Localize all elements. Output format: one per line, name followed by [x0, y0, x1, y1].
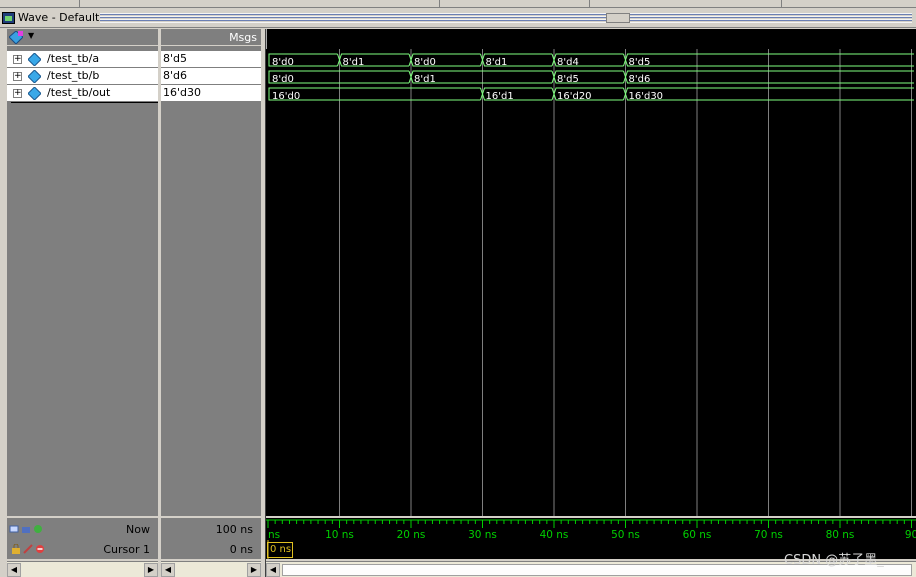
waveform-pane[interactable]: 8'd0 8'd1 8'd0 8'd1 8'd4 8'd5 8'd0 8'd1 8'd5 8'd6…: [266, 29, 916, 516]
signal-value-pane[interactable]: Msgs 8'd5 8'd6 16'd30: [161, 29, 261, 516]
signal-row[interactable]: + /test_tb/out: [7, 85, 158, 102]
add-cursor-icon[interactable]: [33, 524, 43, 534]
ruler-tick-label: ns: [268, 529, 280, 541]
bus-value-label: 16'd30: [629, 91, 664, 102]
cursor-value: 0 ns: [229, 543, 253, 556]
lock-cursor-icon[interactable]: [11, 544, 21, 554]
bus-value-label: 8'd4: [557, 57, 579, 68]
title-bar[interactable]: Wave - Default: [0, 8, 916, 28]
value-row[interactable]: 8'd5: [161, 51, 261, 68]
ruler-tick-label: 30 ns: [468, 529, 497, 541]
wave-tool-icon[interactable]: [9, 31, 23, 44]
wave-window: Wave - Default ▼ + /test_tb/a + /test_tb…: [0, 0, 916, 577]
signal-value: 8'd5: [163, 52, 188, 65]
bus-edge-top: [625, 87, 914, 95]
signal-name-pane[interactable]: ▼ + /test_tb/a + /test_tb/b + /test_tb/o…: [7, 29, 158, 516]
expand-icon[interactable]: +: [13, 89, 22, 98]
wave-window-icon: [2, 12, 15, 24]
cursor-label: Cursor 1: [103, 543, 150, 556]
bus-value-label: 8'd0: [414, 57, 436, 68]
signal-diamond-icon: [28, 70, 41, 83]
bus-value-label: 8'd6: [629, 74, 651, 85]
watermark: CSDN @苏子墨_: [784, 553, 884, 568]
time-lock-icon[interactable]: [21, 524, 31, 534]
scroll-left-icon[interactable]: ◀: [161, 563, 175, 577]
window-title: Wave - Default: [18, 11, 100, 24]
bus-value-label: 8'd1: [343, 57, 365, 68]
ruler-tick-label: 40 ns: [540, 529, 569, 541]
ruler-tick-label: 20 ns: [397, 529, 426, 541]
bus-value-label: 16'd0: [272, 91, 300, 102]
signal-name: /test_tb/out: [47, 86, 111, 99]
bus-value-label: 8'd1: [486, 57, 508, 68]
left-trim: [0, 29, 7, 559]
title-drag-grip[interactable]: [100, 13, 912, 23]
insertion-marker: [11, 102, 158, 103]
bus-value-label: 8'd1: [414, 74, 436, 85]
name-pane-header: ▼: [7, 29, 158, 46]
ruler-tick-label: 50 ns: [611, 529, 640, 541]
ruler-tick-label: 60 ns: [683, 529, 712, 541]
value-pane-header: Msgs: [161, 29, 261, 46]
value-row[interactable]: 16'd30: [161, 85, 261, 102]
ruler-tick-label: 10 ns: [325, 529, 354, 541]
title-grip-handle[interactable]: [606, 13, 630, 23]
signal-diamond-icon: [28, 87, 41, 100]
bus-value-label: 8'd0: [272, 57, 294, 68]
bus-edge-bottom: [625, 76, 914, 84]
bus-edge-bottom: [625, 93, 914, 101]
bus-value-label: 16'd20: [557, 91, 592, 102]
bus-edge-bottom: [268, 94, 481, 101]
tool-dropdown-icon[interactable]: ▼: [28, 31, 34, 40]
ruler-tick-label: 90: [905, 529, 916, 541]
signal-diamond-icon: [28, 53, 41, 66]
time-summary-names: Now Cursor 1: [7, 518, 158, 559]
expand-icon[interactable]: +: [13, 55, 22, 64]
ruler-tick-label: 70 ns: [754, 529, 783, 541]
values-scrollbar[interactable]: ◀ ▶: [161, 561, 261, 577]
now-value: 100 ns: [215, 523, 253, 536]
scroll-left-icon[interactable]: ◀: [7, 563, 21, 577]
value-row[interactable]: 8'd6: [161, 68, 261, 85]
edit-cursor-icon[interactable]: [23, 544, 33, 554]
bus-value-label: 8'd0: [272, 74, 294, 85]
waveform-canvas[interactable]: 8'd0 8'd1 8'd0 8'd1 8'd4 8'd5 8'd0 8'd1 8'd5 8'd6…: [266, 29, 916, 516]
bus-edge-bottom: [625, 59, 914, 67]
names-scrollbar[interactable]: ◀ ▶: [7, 561, 158, 577]
top-toolbar-strip: [0, 0, 916, 8]
signal-value: 8'd6: [163, 69, 188, 82]
signal-row[interactable]: + /test_tb/b: [7, 68, 158, 85]
bus-edge-top: [625, 70, 914, 78]
scroll-right-icon[interactable]: ▶: [247, 563, 261, 577]
signal-name: /test_tb/a: [47, 52, 100, 65]
msgs-header: Msgs: [229, 31, 257, 44]
cursor-time-box[interactable]: 0 ns: [267, 542, 293, 558]
scroll-right-icon[interactable]: ▶: [144, 563, 158, 577]
bus-value-label: 8'd5: [629, 57, 651, 68]
time-summary-values: 100 ns 0 ns: [161, 518, 261, 559]
signal-row[interactable]: + /test_tb/a: [7, 51, 158, 68]
expand-icon[interactable]: +: [13, 72, 22, 81]
add-time-icon[interactable]: [9, 524, 19, 534]
bus-edge-top: [625, 53, 914, 61]
delete-cursor-icon[interactable]: [35, 544, 45, 554]
scroll-left-icon[interactable]: ◀: [266, 563, 280, 577]
bus-value-label: 16'd1: [486, 91, 514, 102]
ruler-tick-label: 80 ns: [826, 529, 855, 541]
bus-edge-top: [268, 87, 481, 94]
now-label: Now: [126, 523, 150, 536]
signal-value: 16'd30: [163, 86, 202, 99]
bus-value-label: 8'd5: [557, 74, 579, 85]
signal-name: /test_tb/b: [47, 69, 100, 82]
